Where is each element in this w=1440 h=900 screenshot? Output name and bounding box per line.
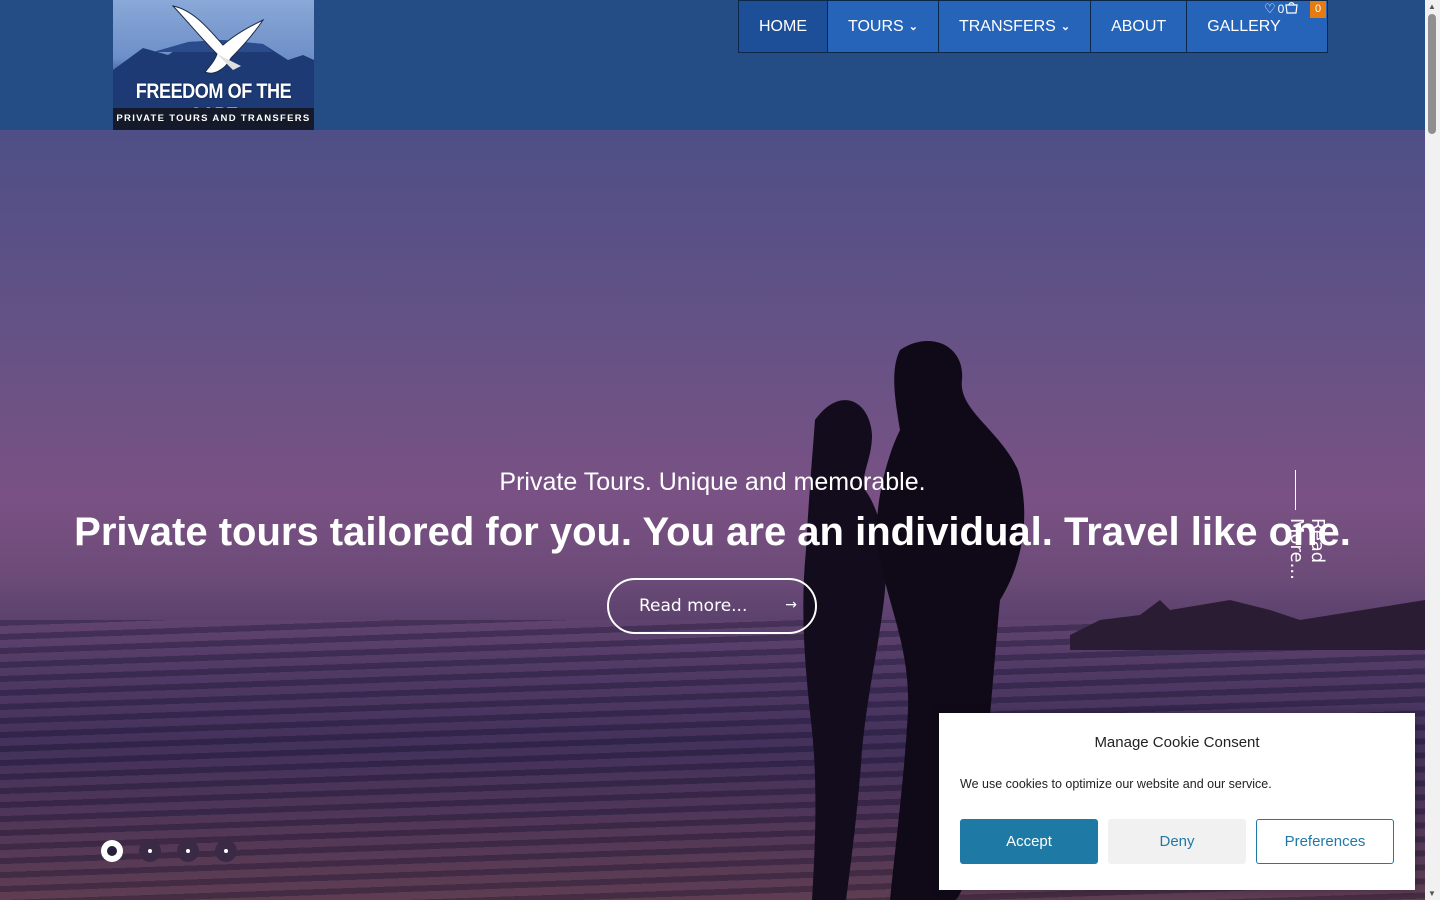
chevron-down-icon: ⌄ <box>908 21 918 33</box>
site-header: FREEDOM OF THE CAPE PRIVATE TOURS AND TR… <box>0 0 1425 130</box>
vertical-read-more-link[interactable]: Read More... <box>1286 470 1328 630</box>
slider-pagination <box>101 840 253 862</box>
scroll-down-arrow-icon[interactable]: ▼ <box>1428 889 1436 898</box>
slider-dot-3[interactable] <box>177 840 199 862</box>
heart-icon[interactable]: ♡ <box>1264 1 1276 17</box>
nav-home-label: HOME <box>759 17 807 35</box>
nav-tours-label: TOURS <box>848 17 904 35</box>
accept-button[interactable]: Accept <box>960 819 1098 864</box>
hero-title: Private tours tailored for you. You are … <box>74 510 1351 554</box>
read-more-button[interactable]: Read more... → <box>607 578 817 634</box>
nav-tours[interactable]: TOURS ⌄ <box>828 1 939 52</box>
chevron-down-icon: ⌄ <box>1060 21 1071 33</box>
vertical-line-arrow-icon <box>1295 470 1296 510</box>
scrollbar-thumb[interactable] <box>1428 14 1436 134</box>
slider-dot-1[interactable] <box>101 840 123 862</box>
scroll-up-arrow-icon[interactable]: ▲ <box>1428 2 1436 11</box>
vertical-read-more-label: Read More... <box>1286 518 1328 580</box>
cookie-consent-banner: Manage Cookie Consent We use cookies to … <box>939 713 1415 890</box>
arrow-right-icon: → <box>785 597 797 613</box>
cookie-title: Manage Cookie Consent <box>1094 734 1260 751</box>
nav-transfers-label: TRANSFERS <box>958 17 1056 35</box>
cart-count-badge: 0 <box>1310 1 1326 18</box>
main-nav: HOME TOURS ⌄ TRANSFERS ⌄ ABOUT GALLERY <box>738 0 1328 53</box>
page-scrollbar[interactable]: ▲ ▼ <box>1425 0 1440 900</box>
deny-button[interactable]: Deny <box>1108 819 1246 864</box>
nav-home[interactable]: HOME <box>739 1 828 52</box>
cart-icon[interactable] <box>1285 1 1299 17</box>
hero-subtitle: Private Tours. Unique and memorable. <box>499 468 926 496</box>
wishlist-count: 0 <box>1277 2 1285 16</box>
nav-transfers[interactable]: TRANSFERS ⌄ <box>939 1 1092 52</box>
slider-dot-4[interactable] <box>215 840 237 862</box>
header-icons: ♡ 0 <box>1264 1 1299 17</box>
nav-about[interactable]: ABOUT <box>1091 1 1188 52</box>
nav-gallery-label: GALLERY <box>1207 17 1281 35</box>
slider-dot-2[interactable] <box>139 840 161 862</box>
site-logo[interactable]: FREEDOM OF THE CAPE PRIVATE TOURS AND TR… <box>113 0 314 130</box>
cookie-message: We use cookies to optimize our website a… <box>960 777 1272 791</box>
logo-tagline: PRIVATE TOURS AND TRANSFERS <box>113 108 314 130</box>
read-more-label: Read more... <box>639 596 748 616</box>
nav-about-label: ABOUT <box>1111 17 1167 35</box>
preferences-button[interactable]: Preferences <box>1256 819 1394 864</box>
